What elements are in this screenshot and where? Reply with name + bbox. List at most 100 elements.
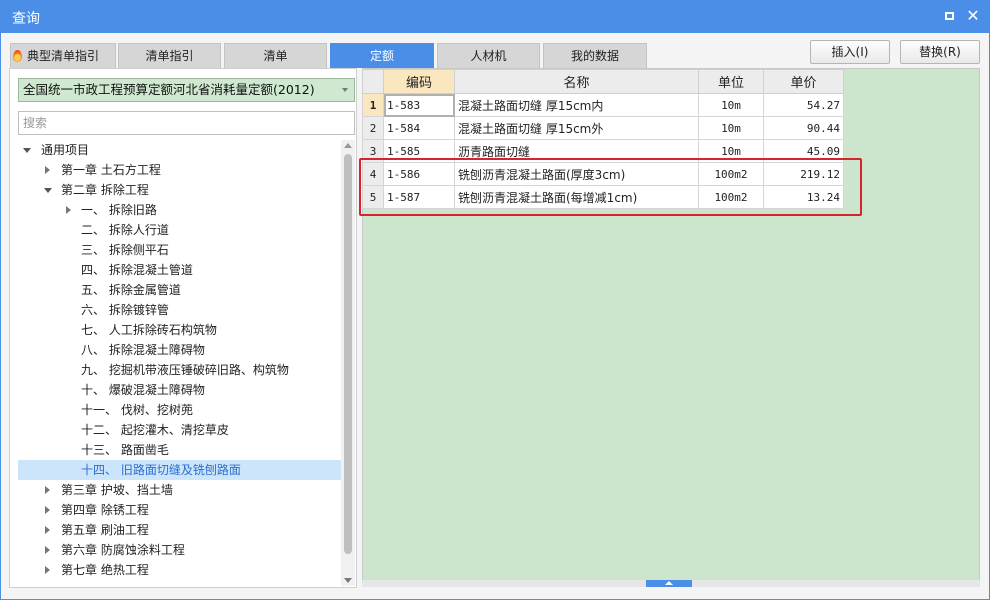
close-icon[interactable]: ✕ — [964, 7, 982, 25]
tree-scrollbar[interactable] — [341, 140, 355, 586]
tree-node[interactable]: 六、 拆除镀锌管 — [18, 300, 341, 320]
table-row[interactable]: 3 1-585 沥青路面切缝 10m 45.09 — [362, 139, 844, 163]
cell-code[interactable]: 1-584 — [383, 116, 455, 140]
table-row[interactable]: 4 1-586 铣刨沥青混凝土路面(厚度3cm) 100m2 219.12 — [362, 162, 844, 186]
chevron-up-icon — [665, 581, 673, 585]
scroll-thumb[interactable] — [646, 580, 692, 587]
column-header-price[interactable]: 单价 — [763, 69, 844, 94]
table-row[interactable]: 5 1-587 铣刨沥青混凝土路面(每增减1cm) 100m2 13.24 — [362, 185, 844, 209]
chevron-down-icon — [342, 88, 348, 92]
collapse-arrow-icon[interactable] — [45, 526, 50, 534]
tree-node[interactable]: 第一章 土石方工程 — [18, 160, 341, 180]
collapse-arrow-icon[interactable] — [45, 506, 50, 514]
tree-node-label: 第一章 土石方工程 — [61, 163, 161, 177]
cell-unit[interactable]: 10m — [698, 116, 764, 140]
cell-price[interactable]: 54.27 — [763, 93, 844, 117]
tree-node[interactable]: 通用项目 — [18, 140, 341, 160]
tree-node[interactable]: 第五章 刷油工程 — [18, 520, 341, 540]
tree-node[interactable]: 二、 拆除人行道 — [18, 220, 341, 240]
tree-node-label: 十、 爆破混凝土障碍物 — [81, 383, 205, 397]
tree-node[interactable]: 十三、 路面凿毛 — [18, 440, 341, 460]
tab-label: 定额 — [369, 49, 394, 63]
cell-code[interactable]: 1-586 — [383, 162, 455, 186]
cell-unit[interactable]: 10m — [698, 93, 764, 117]
expand-arrow-icon[interactable] — [23, 148, 31, 153]
cell-price[interactable]: 13.24 — [763, 185, 844, 209]
scroll-down-icon[interactable] — [344, 578, 352, 583]
scroll-up-icon[interactable] — [344, 143, 352, 148]
tree-node-label: 七、 人工拆除砖石构筑物 — [81, 323, 217, 337]
tree-node[interactable]: 七、 人工拆除砖石构筑物 — [18, 320, 341, 340]
tree-node[interactable]: 五、 拆除金属管道 — [18, 280, 341, 300]
cell-name[interactable]: 铣刨沥青混凝土路面(每增减1cm) — [454, 185, 699, 209]
tab-materials[interactable]: 人材机 — [437, 43, 540, 68]
window-title: 查询 — [12, 11, 40, 27]
cell-name[interactable]: 沥青路面切缝 — [454, 139, 699, 163]
cell-price[interactable]: 45.09 — [763, 139, 844, 163]
column-header-code[interactable]: 编码 — [383, 69, 455, 94]
tree-node[interactable]: 十、 爆破混凝土障碍物 — [18, 380, 341, 400]
cell-name[interactable]: 混凝土路面切缝 厚15cm外 — [454, 116, 699, 140]
tree-node-label: 第五章 刷油工程 — [61, 523, 149, 537]
column-header-unit[interactable]: 单位 — [698, 69, 764, 94]
category-tree: 通用项目 第一章 土石方工程 第二章 拆除工程 一、 拆除旧路 二、 拆除人行道… — [18, 140, 341, 584]
tab-bill[interactable]: 清单 — [224, 43, 327, 68]
tree-node[interactable]: 第二章 拆除工程 — [18, 180, 341, 200]
tree-node[interactable]: 第六章 防腐蚀涂料工程 — [18, 540, 341, 560]
tree-node-selected[interactable]: 十四、 旧路面切缝及铣刨路面 — [18, 460, 341, 480]
cell-price[interactable]: 219.12 — [763, 162, 844, 186]
tree-node-label: 十一、 伐树、挖树蔸 — [81, 403, 193, 417]
cell-unit[interactable]: 10m — [698, 139, 764, 163]
replace-button[interactable]: 替换(R) — [900, 40, 980, 64]
tree-node[interactable]: 十一、 伐树、挖树蔸 — [18, 400, 341, 420]
column-header-name[interactable]: 名称 — [454, 69, 699, 94]
collapse-arrow-icon[interactable] — [66, 206, 71, 214]
tab-quota[interactable]: 定额 — [330, 43, 434, 68]
cell-code[interactable]: 1-585 — [383, 139, 455, 163]
table-row[interactable]: 2 1-584 混凝土路面切缝 厚15cm外 10m 90.44 — [362, 116, 844, 140]
tree-node-label: 九、 挖掘机带液压锤破碎旧路、构筑物 — [81, 363, 289, 377]
tree-node[interactable]: 一、 拆除旧路 — [18, 200, 341, 220]
quota-library-select[interactable]: 全国统一市政工程预算定额河北省消耗量定额(2012) — [18, 78, 355, 102]
tree-node-label: 四、 拆除混凝土管道 — [81, 263, 193, 277]
tab-label: 人材机 — [470, 49, 507, 63]
tree-node[interactable]: 第三章 护坡、挡土墙 — [18, 480, 341, 500]
tree-node[interactable]: 九、 挖掘机带液压锤破碎旧路、构筑物 — [18, 360, 341, 380]
table-row[interactable]: 1 1-583 混凝土路面切缝 厚15cm内 10m 54.27 — [362, 93, 844, 117]
grid-header-row: 编码 名称 单位 单价 — [362, 69, 844, 94]
expand-arrow-icon[interactable] — [44, 188, 52, 193]
grid-horizontal-scrollbar[interactable] — [362, 580, 980, 587]
cell-unit[interactable]: 100m2 — [698, 185, 764, 209]
tab-label: 清单指引 — [145, 49, 194, 63]
row-number: 3 — [362, 139, 384, 163]
tab-bill-guide[interactable]: 清单指引 — [118, 43, 221, 68]
tree-node-label: 六、 拆除镀锌管 — [81, 303, 169, 317]
title-bar: 查询 ✕ — [0, 0, 990, 33]
tree-node[interactable]: 四、 拆除混凝土管道 — [18, 260, 341, 280]
search-input[interactable]: 搜索 — [18, 111, 355, 135]
collapse-arrow-icon[interactable] — [45, 546, 50, 554]
cell-unit[interactable]: 100m2 — [698, 162, 764, 186]
cell-code[interactable]: 1-583 — [383, 93, 455, 117]
results-grid: 编码 名称 单位 单价 1 1-583 混凝土路面切缝 厚15cm内 10m 5… — [362, 69, 844, 209]
cell-code[interactable]: 1-587 — [383, 185, 455, 209]
tree-node[interactable]: 第四章 除锈工程 — [18, 500, 341, 520]
collapse-arrow-icon[interactable] — [45, 566, 50, 574]
cell-name[interactable]: 铣刨沥青混凝土路面(厚度3cm) — [454, 162, 699, 186]
cell-price[interactable]: 90.44 — [763, 116, 844, 140]
row-number-header — [362, 69, 384, 94]
tree-node[interactable]: 八、 拆除混凝土障碍物 — [18, 340, 341, 360]
scroll-thumb[interactable] — [344, 154, 352, 554]
restore-icon[interactable] — [940, 7, 958, 25]
cell-name[interactable]: 混凝土路面切缝 厚15cm内 — [454, 93, 699, 117]
tree-node[interactable]: 第七章 绝热工程 — [18, 560, 341, 580]
collapse-arrow-icon[interactable] — [45, 486, 50, 494]
tab-my-data[interactable]: 我的数据 — [543, 43, 647, 68]
tree-node[interactable]: 十二、 起挖灌木、清挖草皮 — [18, 420, 341, 440]
collapse-arrow-icon[interactable] — [45, 166, 50, 174]
tree-node-label: 二、 拆除人行道 — [81, 223, 169, 237]
tab-label: 我的数据 — [570, 49, 619, 63]
tree-node[interactable]: 三、 拆除侧平石 — [18, 240, 341, 260]
tab-typical-bill-guide[interactable]: 典型清单指引 — [10, 43, 116, 68]
insert-button[interactable]: 插入(I) — [810, 40, 890, 64]
